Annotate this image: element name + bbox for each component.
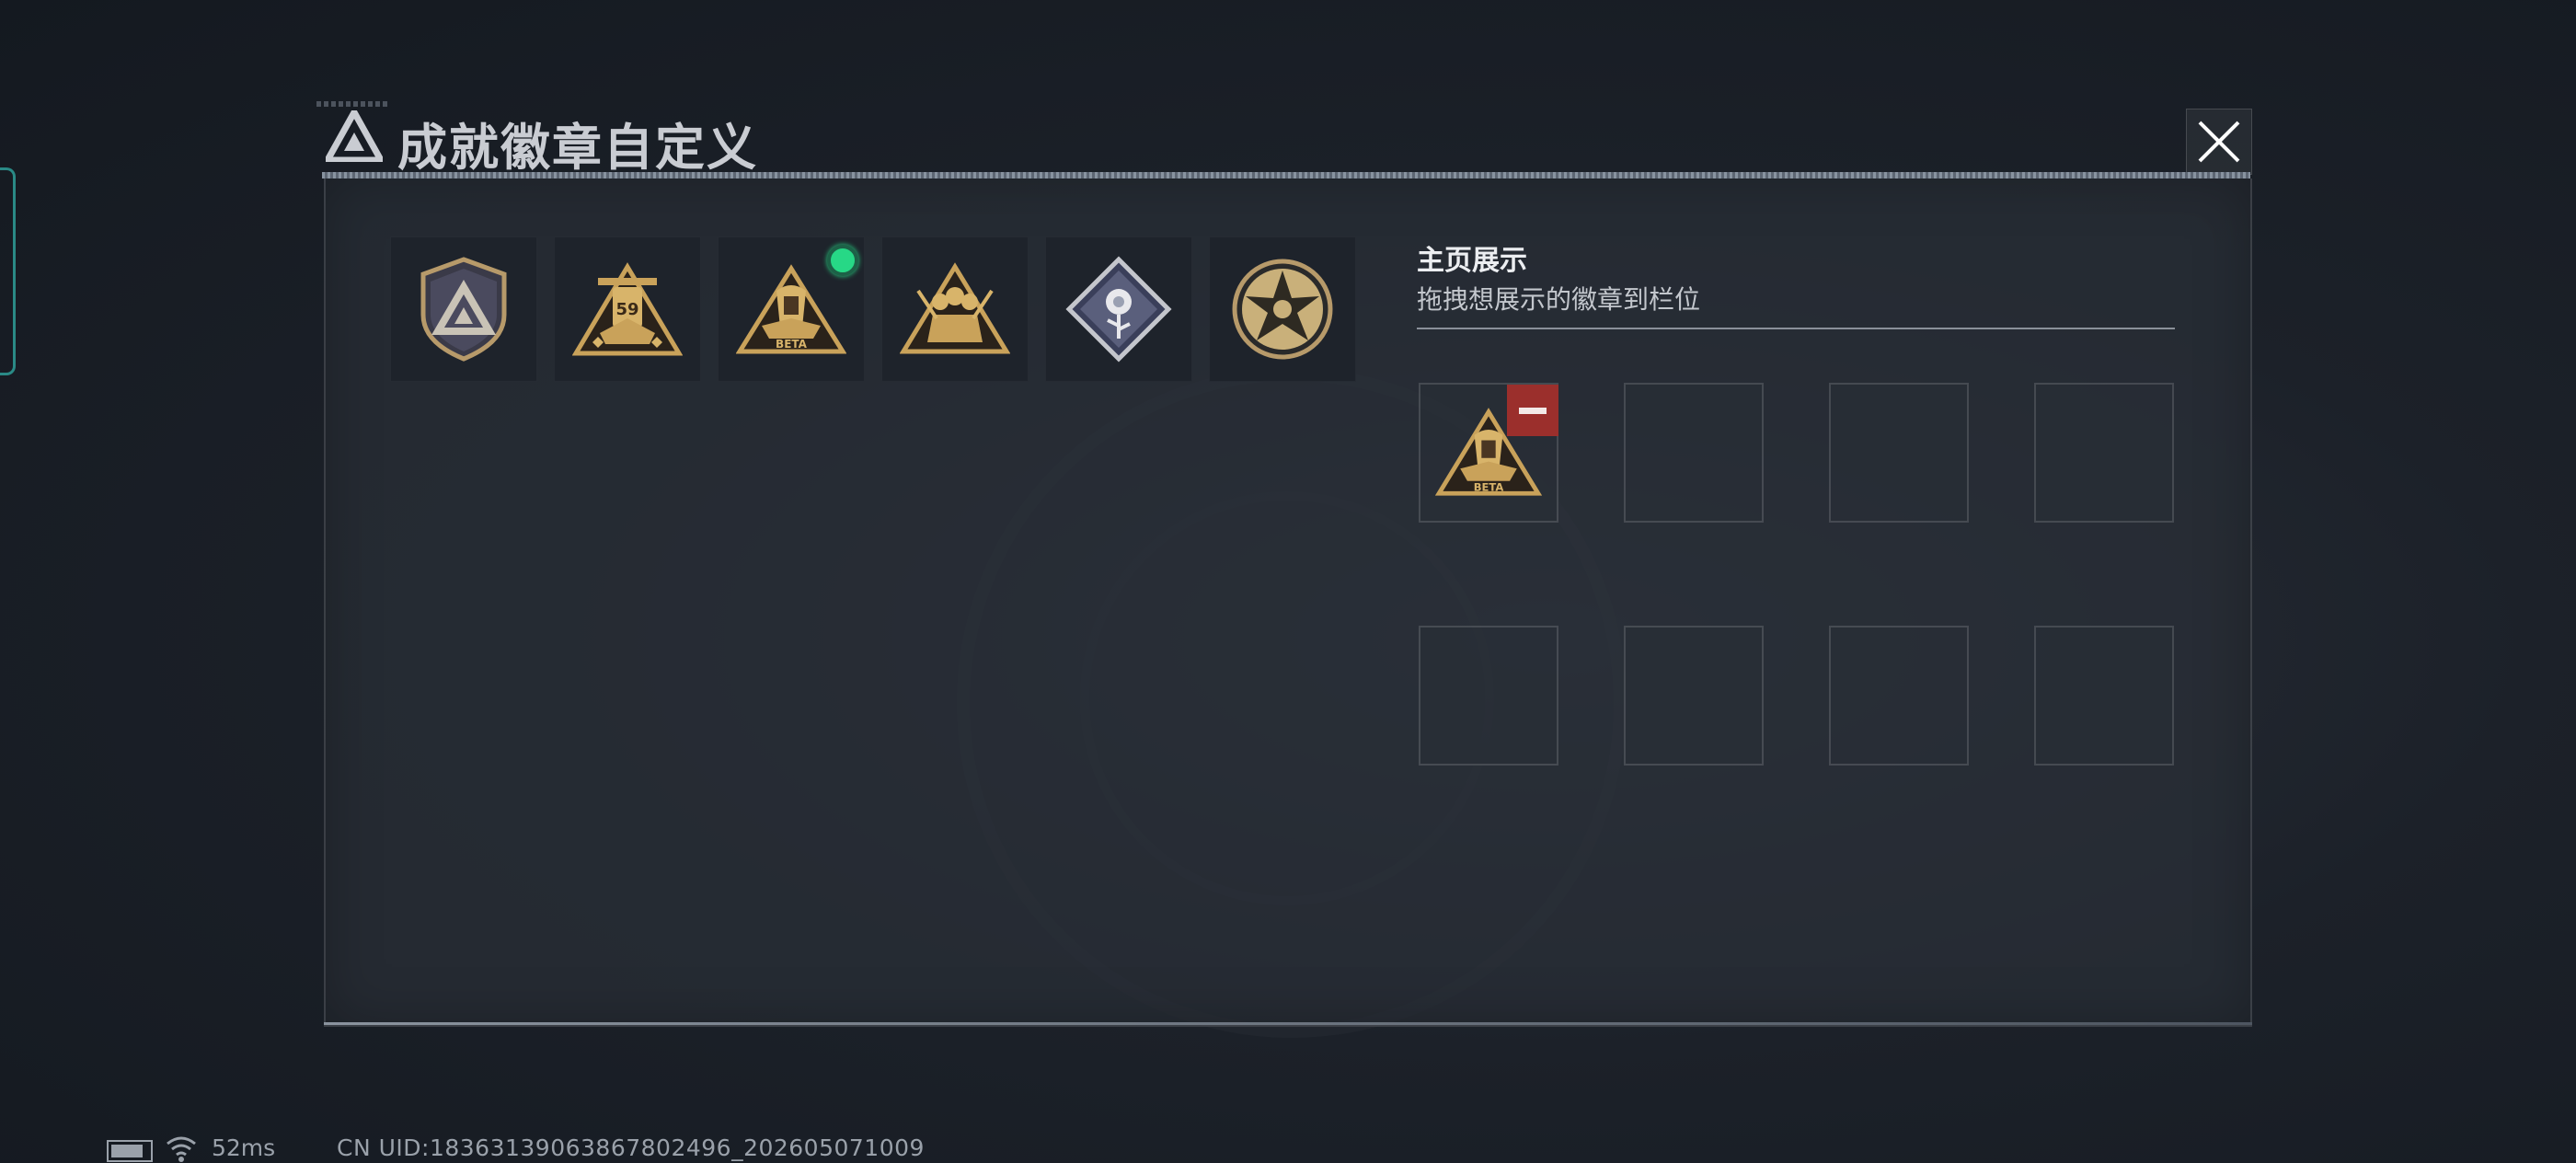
equipped-indicator-dot [827,245,858,276]
shield-triangle-badge-icon [420,257,507,362]
inventory-slot-squad-triangle[interactable] [881,236,1029,382]
star-skull-medal-badge-icon [1232,259,1333,360]
page-title: 成就徽章自定义 [397,119,758,177]
close-icon [2198,121,2240,163]
inventory-slot-rose-diamond[interactable] [1045,236,1192,382]
showcase-slot-2[interactable] [1624,383,1764,523]
panel-top-rule [322,172,2250,178]
showcase-slot-7[interactable] [1829,626,1969,766]
title-decoration [316,101,390,107]
inventory-slot-beta[interactable]: BETA [718,236,865,382]
uid-text: CN UID:18363139063867802496_202605071009 [337,1134,925,1161]
remove-badge-button[interactable] [1507,385,1558,436]
side-tab-edge[interactable] [0,167,16,375]
squad-triangle-badge-icon [900,262,1010,354]
showcase-slot-1[interactable]: BETA [1419,383,1558,523]
inventory-slot-shield-triangle[interactable] [390,236,537,382]
svg-text:BETA: BETA [776,338,808,351]
inventory-slot-star-medal[interactable] [1209,236,1356,382]
inventory-slot-gold-59[interactable]: 59 [554,236,701,382]
showcase-grid: BETA [1419,383,2175,766]
battery-icon [107,1140,153,1162]
title-triangle-logo-icon [326,110,383,162]
gold-59-emblem-badge-icon: 59 [572,262,683,356]
showcase-slot-3[interactable] [1829,383,1969,523]
showcase-slot-4[interactable] [2034,383,2174,523]
wifi-icon [167,1136,196,1162]
showcase-subtitle: 拖拽想展示的徽章到栏位 [1417,284,1701,315]
panel-bottom-rule [324,1022,2252,1025]
svg-text:59: 59 [615,300,638,319]
showcase-divider [1417,328,2175,329]
showcase-slot-8[interactable] [2034,626,2174,766]
beta-emblem-badge-icon: BETA [736,264,846,354]
ping-text: 52ms [212,1134,276,1161]
svg-text:BETA: BETA [1474,480,1504,493]
close-button[interactable] [2186,109,2252,175]
rose-diamond-badge-icon [1065,256,1172,363]
showcase-slot-6[interactable] [1624,626,1764,766]
badge-inventory: 59 BETA [390,236,1356,382]
showcase-title: 主页展示 [1417,245,1527,277]
showcase-slot-5[interactable] [1419,626,1558,766]
title-bar: 成就徽章自定义 [316,96,2254,178]
